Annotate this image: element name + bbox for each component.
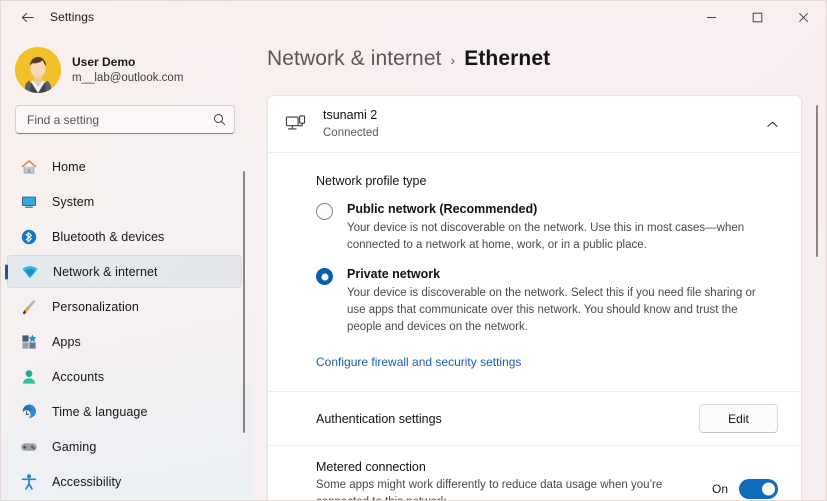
user-profile[interactable]: User Demo m__lab@outlook.com [1, 33, 253, 95]
breadcrumb: Network & internet › Ethernet [253, 33, 826, 71]
title-bar: Settings [1, 1, 826, 33]
accessibility-icon [19, 472, 38, 491]
avatar [15, 47, 61, 93]
sidebar-item-apps[interactable]: Apps [7, 325, 242, 358]
sidebar-item-accounts[interactable]: Accounts [7, 360, 242, 393]
sidebar-item-system[interactable]: System [7, 185, 242, 218]
collapse-button[interactable] [757, 109, 787, 139]
sidebar-item-label: Apps [52, 334, 81, 349]
profile-email: m__lab@outlook.com [72, 71, 184, 84]
chevron-up-icon [766, 121, 778, 127]
window-controls [688, 1, 826, 33]
close-button[interactable] [780, 1, 826, 33]
sidebar-item-label: Bluetooth & devices [52, 229, 165, 244]
search-icon [213, 113, 226, 126]
sidebar-item-label: Time & language [52, 404, 148, 419]
minimize-button[interactable] [688, 1, 734, 33]
content-scrollbar[interactable] [816, 105, 818, 257]
metered-connection-description: Some apps might work differently to redu… [316, 479, 663, 500]
authentication-settings-label: Authentication settings [316, 411, 442, 426]
radio-label: Public network (Recommended) [347, 202, 538, 216]
radio-description: Your device is discoverable on the netwo… [347, 287, 756, 333]
sidebar-item-label: Accounts [52, 369, 105, 384]
radio-button[interactable] [316, 203, 333, 220]
sidebar-item-label: Home [52, 159, 86, 174]
back-button[interactable] [10, 3, 44, 31]
sidebar-scrollbar[interactable] [243, 171, 245, 433]
sidebar-nav: Home System Bluetooth & devices Network … [1, 150, 253, 490]
sidebar-item-time-language[interactable]: Time & language [7, 395, 242, 428]
sidebar-item-home[interactable]: Home [7, 150, 242, 183]
metered-connection-toggle[interactable] [739, 478, 778, 499]
radio-option-private-network[interactable]: Private network Your device is discovera… [268, 253, 801, 335]
window-title: Settings [50, 10, 95, 24]
sidebar-item-label: Gaming [52, 439, 97, 454]
network-icon [20, 262, 39, 281]
content-pane: Network & internet › Ethernet tsunami 2 … [253, 33, 826, 500]
sidebar-item-personalization[interactable]: Personalization [7, 290, 242, 323]
minimize-icon [706, 16, 716, 18]
toggle-state-label: On [711, 481, 728, 496]
search-container [1, 95, 253, 134]
authentication-settings-row: Authentication settings Edit [268, 392, 801, 447]
sidebar-item-accessibility[interactable]: Accessibility [7, 465, 242, 498]
adapter-name: tsunami 2 [323, 108, 378, 123]
sidebar-item-label: Network & internet [53, 264, 158, 279]
profile-name: User Demo [72, 54, 136, 69]
sidebar-item-label: System [52, 194, 95, 209]
radio-text: Private network Your device is discovera… [347, 267, 759, 335]
back-arrow-icon [21, 12, 34, 22]
profile-text: User Demo m__lab@outlook.com [72, 55, 183, 85]
maximize-button[interactable] [734, 1, 780, 33]
search-box[interactable] [15, 105, 235, 134]
clock-icon [19, 402, 38, 421]
maximize-icon [752, 12, 762, 22]
metered-toggle-area: On [711, 478, 778, 499]
sidebar-item-bluetooth[interactable]: Bluetooth & devices [7, 220, 242, 253]
sidebar-item-gaming[interactable]: Gaming [7, 430, 242, 463]
breadcrumb-parent-link[interactable]: Network & internet [267, 47, 442, 71]
accounts-icon [19, 367, 38, 386]
home-icon [19, 157, 38, 176]
radio-option-public-network[interactable]: Public network (Recommended) Your device… [268, 188, 801, 253]
sidebar-item-label: Personalization [52, 299, 139, 314]
brush-icon [19, 297, 38, 316]
ethernet-adapter-icon [284, 113, 306, 135]
firewall-link-container: Configure firewall and security settings [268, 335, 801, 371]
sidebar-item-label: Accessibility [52, 474, 122, 489]
adapter-status: Connected [323, 126, 379, 139]
bluetooth-icon [19, 227, 38, 246]
chevron-right-icon: › [450, 52, 456, 68]
network-profile-section-title: Network profile type [316, 174, 427, 188]
apps-icon [19, 332, 38, 351]
configure-firewall-link[interactable]: Configure firewall and security settings [316, 355, 521, 369]
system-icon [19, 192, 38, 211]
metered-connection-label: Metered connection [316, 460, 426, 475]
avatar-illustration-icon [15, 47, 61, 93]
radio-label: Private network [347, 267, 441, 282]
radio-button[interactable] [316, 268, 333, 286]
close-icon [798, 12, 808, 22]
gamepad-icon [19, 437, 38, 456]
radio-text: Public network (Recommended) Your device… [347, 202, 759, 253]
page-title: Ethernet [464, 47, 551, 70]
metered-connection-row: Metered connection Some apps might work … [268, 446, 801, 500]
radio-description: Your device is not discoverable on the n… [347, 222, 745, 251]
sidebar-item-network-internet[interactable]: Network & internet [7, 255, 242, 288]
metered-text: Metered connection Some apps might work … [316, 460, 704, 500]
search-input[interactable] [27, 112, 213, 127]
adapter-header-row[interactable]: tsunami 2 Connected [268, 96, 801, 153]
ethernet-settings-card: tsunami 2 Connected Network profile type… [267, 95, 802, 500]
sidebar: User Demo m__lab@outlook.com Find a sett… [1, 33, 253, 500]
adapter-text: tsunami 2 Connected [323, 107, 379, 140]
settings-window: Settings User Demo m__lab@outlook.com Fi… [0, 0, 827, 501]
edit-button[interactable]: Edit [699, 404, 778, 434]
